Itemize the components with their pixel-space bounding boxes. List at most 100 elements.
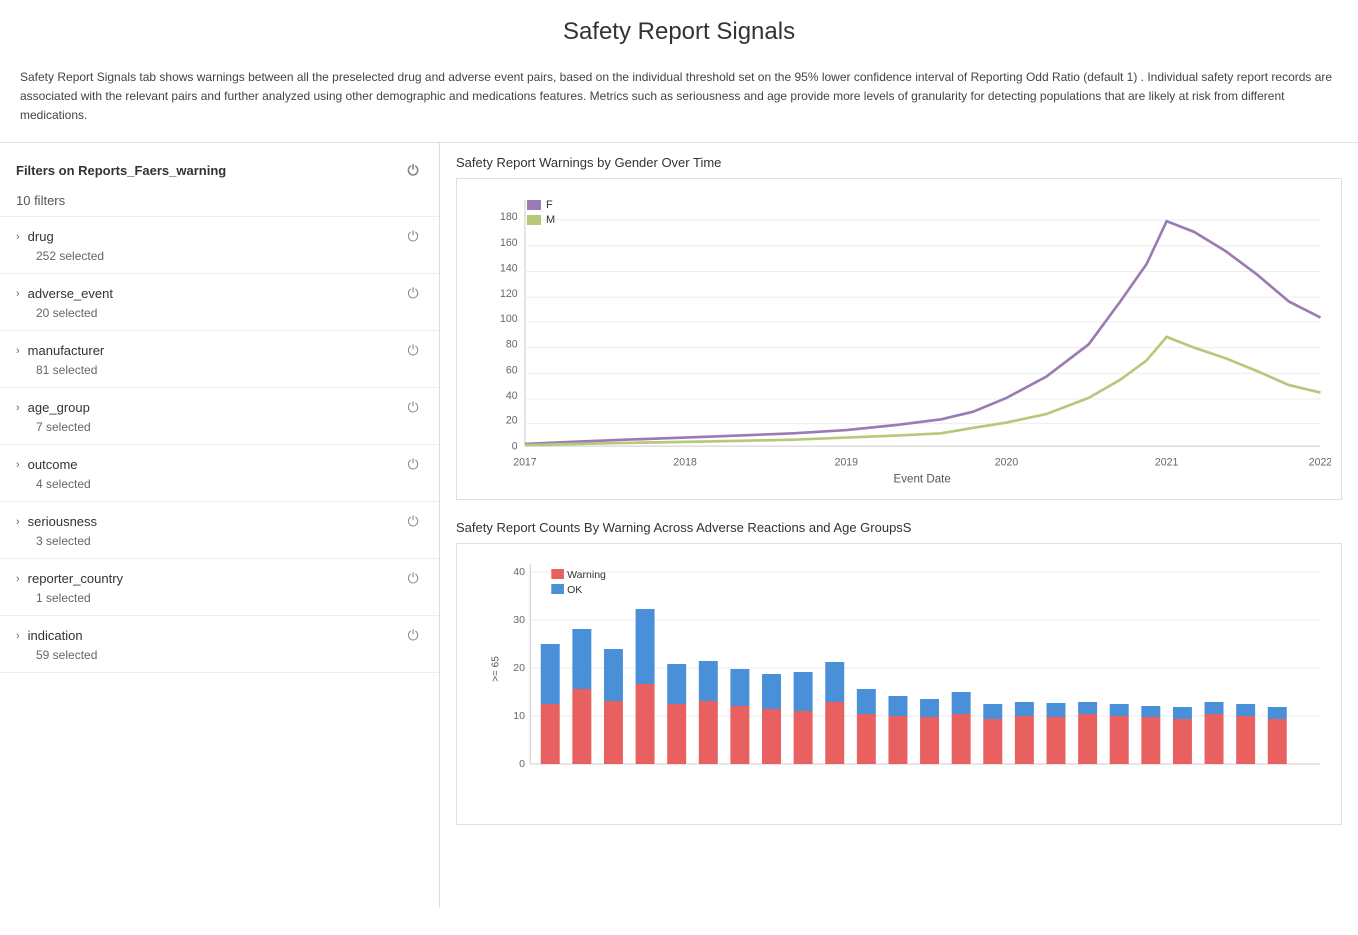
- filter-row-manufacturer: › manufacturer ⏻: [16, 341, 423, 361]
- filter-expand-indication[interactable]: › indication: [16, 628, 83, 643]
- chevron-icon-manufacturer: ›: [16, 345, 20, 357]
- filter-row-drug: › drug ⏻: [16, 227, 423, 247]
- power-icon-drug[interactable]: ⏻: [403, 227, 423, 247]
- power-icon-reporter_country[interactable]: ⏻: [403, 569, 423, 589]
- svg-text:20: 20: [513, 663, 525, 674]
- svg-text:100: 100: [500, 312, 518, 324]
- filter-selected-outcome: 4 selected: [16, 477, 423, 491]
- svg-text:2020: 2020: [995, 456, 1019, 468]
- svg-text:2017: 2017: [513, 456, 537, 468]
- chevron-icon-adverse_event: ›: [16, 288, 20, 300]
- svg-text:0: 0: [512, 440, 518, 452]
- filter-row-adverse_event: › adverse_event ⏻: [16, 284, 423, 304]
- svg-text:2018: 2018: [673, 456, 697, 468]
- filter-row-seriousness: › seriousness ⏻: [16, 512, 423, 532]
- svg-text:40: 40: [513, 567, 525, 578]
- filter-name-outcome: outcome: [28, 457, 78, 472]
- description-text: Safety Report Signals tab shows warnings…: [0, 58, 1358, 143]
- filter-item-age_group: › age_group ⏻ 7 selected: [0, 388, 439, 445]
- filter-expand-drug[interactable]: › drug: [16, 229, 54, 244]
- svg-text:0: 0: [519, 759, 525, 770]
- filter-selected-indication: 59 selected: [16, 648, 423, 662]
- svg-text:OK: OK: [567, 585, 582, 596]
- svg-text:Warning: Warning: [567, 570, 606, 581]
- power-icon-indication[interactable]: ⏻: [403, 626, 423, 646]
- bar-chart-title: Safety Report Counts By Warning Across A…: [456, 520, 1342, 535]
- filter-selected-age_group: 7 selected: [16, 420, 423, 434]
- line-chart-section: Safety Report Warnings by Gender Over Ti…: [456, 155, 1342, 500]
- bar-chart-section: Safety Report Counts By Warning Across A…: [456, 520, 1342, 825]
- svg-text:2021: 2021: [1155, 456, 1179, 468]
- svg-text:>= 65: >= 65: [490, 655, 501, 681]
- power-icon-seriousness[interactable]: ⏻: [403, 512, 423, 532]
- filter-name-drug: drug: [28, 229, 54, 244]
- svg-text:140: 140: [500, 262, 518, 274]
- svg-text:30: 30: [513, 615, 525, 626]
- filter-item-adverse_event: › adverse_event ⏻ 20 selected: [0, 274, 439, 331]
- filter-name-indication: indication: [28, 628, 83, 643]
- legend-color-m: [527, 215, 541, 225]
- filter-expand-seriousness[interactable]: › seriousness: [16, 514, 97, 529]
- page-title: Safety Report Signals: [0, 0, 1358, 58]
- filter-expand-adverse_event[interactable]: › adverse_event: [16, 286, 113, 301]
- chevron-icon-reporter_country: ›: [16, 573, 20, 585]
- power-icon-age_group[interactable]: ⏻: [403, 398, 423, 418]
- bar-chart-svg: 0 10 20 30 40 Count of Records >= 65 War…: [467, 554, 1331, 814]
- svg-text:60: 60: [506, 364, 518, 376]
- chevron-icon-outcome: ›: [16, 459, 20, 471]
- filter-item-reporter_country: › reporter_country ⏻ 1 selected: [0, 559, 439, 616]
- filter-item-outcome: › outcome ⏻ 4 selected: [0, 445, 439, 502]
- svg-text:Event Date: Event Date: [894, 472, 951, 485]
- filter-name-age_group: age_group: [28, 400, 90, 415]
- sidebar-power-icon[interactable]: ⏻: [403, 161, 423, 181]
- svg-text:10: 10: [513, 711, 525, 722]
- chevron-icon-drug: ›: [16, 231, 20, 243]
- filter-selected-reporter_country: 1 selected: [16, 591, 423, 605]
- line-chart-legend: F M: [527, 199, 555, 226]
- filter-name-seriousness: seriousness: [28, 514, 97, 529]
- power-icon-adverse_event[interactable]: ⏻: [403, 284, 423, 304]
- svg-text:2022: 2022: [1309, 456, 1331, 468]
- line-chart-title: Safety Report Warnings by Gender Over Ti…: [456, 155, 1342, 170]
- legend-label-f: F: [546, 199, 553, 211]
- line-chart-svg: 0 20 40 60 80 100 120 140 160 180: [467, 189, 1331, 489]
- svg-text:20: 20: [506, 414, 518, 426]
- svg-text:120: 120: [500, 288, 518, 300]
- filter-expand-manufacturer[interactable]: › manufacturer: [16, 343, 104, 358]
- filter-item-manufacturer: › manufacturer ⏻ 81 selected: [0, 331, 439, 388]
- bar-chart-wrap: 0 10 20 30 40 Count of Records >= 65 War…: [467, 554, 1331, 814]
- legend-item-f: F: [527, 199, 555, 211]
- line-chart-wrap: F M 0 20: [467, 189, 1331, 489]
- line-chart-container: F M 0 20: [456, 178, 1342, 500]
- filter-selected-adverse_event: 20 selected: [16, 306, 423, 320]
- filter-selected-drug: 252 selected: [16, 249, 423, 263]
- legend-label-m: M: [546, 214, 555, 226]
- filter-item-seriousness: › seriousness ⏻ 3 selected: [0, 502, 439, 559]
- sidebar-header: Filters on Reports_Faers_warning ⏻: [0, 153, 439, 189]
- filters-count: 10 filters: [0, 189, 439, 217]
- filter-name-manufacturer: manufacturer: [28, 343, 105, 358]
- chevron-icon-indication: ›: [16, 630, 20, 642]
- chevron-icon-age_group: ›: [16, 402, 20, 414]
- filter-name-adverse_event: adverse_event: [28, 286, 113, 301]
- svg-text:40: 40: [506, 389, 518, 401]
- filter-expand-outcome[interactable]: › outcome: [16, 457, 78, 472]
- sidebar-header-label: Filters on Reports_Faers_warning: [16, 163, 226, 178]
- sidebar: Filters on Reports_Faers_warning ⏻ 10 fi…: [0, 143, 440, 908]
- filter-selected-seriousness: 3 selected: [16, 534, 423, 548]
- power-icon-outcome[interactable]: ⏻: [403, 455, 423, 475]
- filter-expand-age_group[interactable]: › age_group: [16, 400, 90, 415]
- filter-item-indication: › indication ⏻ 59 selected: [0, 616, 439, 673]
- svg-text:80: 80: [506, 338, 518, 350]
- chevron-icon-seriousness: ›: [16, 516, 20, 528]
- content-area: Safety Report Warnings by Gender Over Ti…: [440, 143, 1358, 908]
- power-icon-manufacturer[interactable]: ⏻: [403, 341, 423, 361]
- svg-text:160: 160: [500, 236, 518, 248]
- filter-list: › drug ⏻ 252 selected › adverse_event ⏻ …: [0, 217, 439, 673]
- legend-color-f: [527, 200, 541, 210]
- filter-item-drug: › drug ⏻ 252 selected: [0, 217, 439, 274]
- filter-row-reporter_country: › reporter_country ⏻: [16, 569, 423, 589]
- legend-item-m: M: [527, 214, 555, 226]
- filter-expand-reporter_country[interactable]: › reporter_country: [16, 571, 123, 586]
- svg-text:180: 180: [500, 211, 518, 223]
